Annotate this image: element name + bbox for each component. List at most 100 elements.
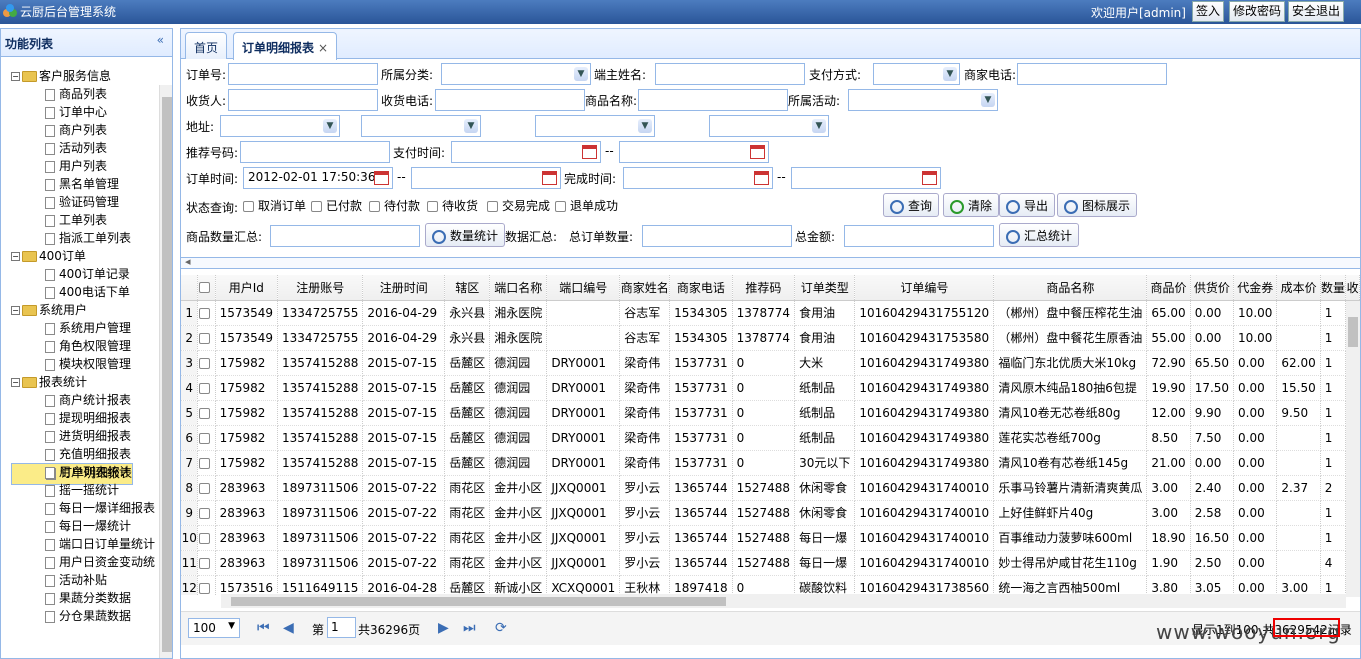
page-size-select[interactable]: 100 ▼: [188, 618, 240, 638]
status-paid-checkbox[interactable]: 已付款: [311, 197, 362, 214]
prev-page-icon[interactable]: ◀: [283, 620, 294, 636]
tree-item[interactable]: 商户列表: [11, 121, 159, 139]
row-checkbox[interactable]: [197, 525, 216, 551]
tree-item[interactable]: 指派工单列表: [11, 229, 159, 247]
row-checkbox[interactable]: [197, 350, 216, 376]
tree-item[interactable]: 每日一爆详细报表: [11, 499, 159, 517]
pay-time-end-input[interactable]: [619, 141, 769, 163]
row-checkbox[interactable]: [197, 550, 216, 576]
refresh-icon[interactable]: ⟳: [495, 620, 507, 636]
tree-group[interactable]: − 客户服务信息: [11, 67, 159, 85]
column-header[interactable]: 注册时间: [362, 275, 446, 301]
tree-item[interactable]: 充值明细报表: [11, 445, 159, 463]
tree-group[interactable]: − 系统用户: [11, 301, 159, 319]
table-row[interactable]: 6 175982 1357415288 2015-07-15 岳麓区 德润园 DRY0001…: [181, 425, 1360, 451]
sidebar-scroll-thumb[interactable]: [162, 97, 172, 652]
change-password-button[interactable]: 修改密码: [1229, 1, 1286, 22]
status-completed-checkbox[interactable]: 交易完成: [487, 197, 550, 214]
column-header[interactable]: 成本价: [1276, 275, 1321, 301]
grid-hscroll-thumb[interactable]: [231, 597, 726, 606]
next-page-icon[interactable]: ▶: [438, 620, 449, 636]
column-header[interactable]: 供货价: [1190, 275, 1235, 301]
column-header[interactable]: 端口名称: [489, 275, 548, 301]
row-checkbox[interactable]: [197, 325, 216, 351]
page-input[interactable]: 1: [327, 617, 356, 638]
total-amount-input[interactable]: [844, 225, 994, 247]
column-header[interactable]: 商家姓名: [619, 275, 671, 301]
tree-item[interactable]: 进货明细报表: [11, 427, 159, 445]
collapse-toggle-icon[interactable]: −: [11, 306, 20, 315]
column-header[interactable]: 商品名称: [993, 275, 1148, 301]
activity-select[interactable]: ▼: [848, 89, 998, 111]
referral-input[interactable]: [240, 141, 390, 163]
first-page-icon[interactable]: ⏮: [257, 620, 270, 636]
sign-in-button[interactable]: 签入: [1192, 1, 1225, 22]
row-checkbox[interactable]: [197, 575, 216, 595]
grid-vscroll-thumb[interactable]: [1348, 317, 1358, 347]
status-unpaid-checkbox[interactable]: 待付款: [369, 197, 420, 214]
column-header[interactable]: 商品价: [1146, 275, 1191, 301]
tree-item[interactable]: 摇一摇统计: [11, 481, 159, 499]
row-checkbox[interactable]: [197, 500, 216, 526]
arrow-left-icon[interactable]: ◂: [185, 255, 191, 268]
tree-item[interactable]: 黑名单管理: [11, 175, 159, 193]
status-refunded-checkbox[interactable]: 退单成功: [555, 197, 618, 214]
table-row[interactable]: 12 1573516 1511649115 2016-04-28 岳麓区 新诚小区 XCXQ…: [181, 575, 1360, 595]
collapse-toggle-icon[interactable]: −: [11, 252, 20, 261]
tree-item[interactable]: 工单列表: [11, 211, 159, 229]
column-header[interactable]: 辖区: [444, 275, 491, 301]
panel-splitter[interactable]: ◂: [181, 255, 1360, 269]
sidebar-scrollbar[interactable]: [159, 85, 172, 658]
table-row[interactable]: 3 175982 1357415288 2015-07-15 岳麓区 德润园 DRY0001…: [181, 350, 1360, 376]
table-row[interactable]: 8 283963 1897311506 2015-07-22 雨花区 金井小区 JJXQ00…: [181, 475, 1360, 501]
tree-item[interactable]: 活动补贴: [11, 571, 159, 589]
column-header[interactable]: 注册账号: [277, 275, 364, 301]
finish-time-start-input[interactable]: [623, 167, 773, 189]
export-button[interactable]: 导出: [999, 193, 1056, 217]
logout-button[interactable]: 安全退出: [1288, 1, 1345, 22]
tree-item[interactable]: 活动列表: [11, 139, 159, 157]
tree-item[interactable]: 商品列表: [11, 85, 159, 103]
row-checkbox[interactable]: [197, 450, 216, 476]
receiver-phone-input[interactable]: [435, 89, 585, 111]
calendar-icon[interactable]: [754, 171, 769, 185]
table-row[interactable]: 1 1573549 1334725755 2016-04-29 永兴县 湘永医院 谷志军 15…: [181, 300, 1360, 326]
column-header[interactable]: 订单类型: [794, 275, 856, 301]
qty-stat-button[interactable]: 数量统计: [425, 223, 506, 247]
table-row[interactable]: 5 175982 1357415288 2015-07-15 岳麓区 德润园 DRY0001…: [181, 400, 1360, 426]
sum-stat-button[interactable]: 汇总统计: [999, 223, 1080, 247]
table-row[interactable]: 11 283963 1897311506 2015-07-22 雨花区 金井小区 JJXQ0…: [181, 550, 1360, 576]
order-no-input[interactable]: [228, 63, 378, 85]
calendar-icon[interactable]: [374, 171, 389, 185]
tree-item[interactable]: 用户日资金变动统: [11, 553, 159, 571]
calendar-icon[interactable]: [582, 145, 597, 159]
status-awaiting-receipt-checkbox[interactable]: 待收货: [427, 197, 478, 214]
tree-item[interactable]: 端口日订单量统计: [11, 535, 159, 553]
order-time-end-input[interactable]: [411, 167, 561, 189]
collapse-icon[interactable]: «: [157, 33, 164, 47]
tree-item[interactable]: 提现明细报表: [11, 409, 159, 427]
calendar-icon[interactable]: [922, 171, 937, 185]
tree-item[interactable]: 模块权限管理: [11, 355, 159, 373]
query-button[interactable]: 查询: [883, 193, 940, 217]
column-header[interactable]: 数量: [1320, 275, 1347, 301]
shop-owner-input[interactable]: [655, 63, 805, 85]
grid-hscrollbar[interactable]: [221, 594, 1346, 608]
grid-vscrollbar[interactable]: [1346, 301, 1360, 597]
table-row[interactable]: 9 283963 1897311506 2015-07-22 雨花区 金井小区 JJXQ00…: [181, 500, 1360, 526]
last-page-icon[interactable]: ⏭: [463, 620, 476, 636]
collapse-toggle-icon[interactable]: −: [11, 72, 20, 81]
tree-item[interactable]: 每日一爆统计: [11, 517, 159, 535]
district-select[interactable]: ▼: [535, 115, 655, 137]
column-header[interactable]: 订单编号: [854, 275, 995, 301]
collapse-toggle-icon[interactable]: −: [11, 378, 20, 387]
tab-close-icon[interactable]: ×: [318, 41, 328, 55]
calendar-icon[interactable]: [750, 145, 765, 159]
column-header[interactable]: 端口编号: [546, 275, 621, 301]
column-header[interactable]: 收: [1345, 275, 1360, 301]
tree-item[interactable]: 用户列表: [11, 157, 159, 175]
total-orders-input[interactable]: [642, 225, 792, 247]
row-checkbox[interactable]: [197, 300, 216, 326]
table-row[interactable]: 7 175982 1357415288 2015-07-15 岳麓区 德润园 DRY0001…: [181, 450, 1360, 476]
tree-item[interactable]: 角色权限管理: [11, 337, 159, 355]
